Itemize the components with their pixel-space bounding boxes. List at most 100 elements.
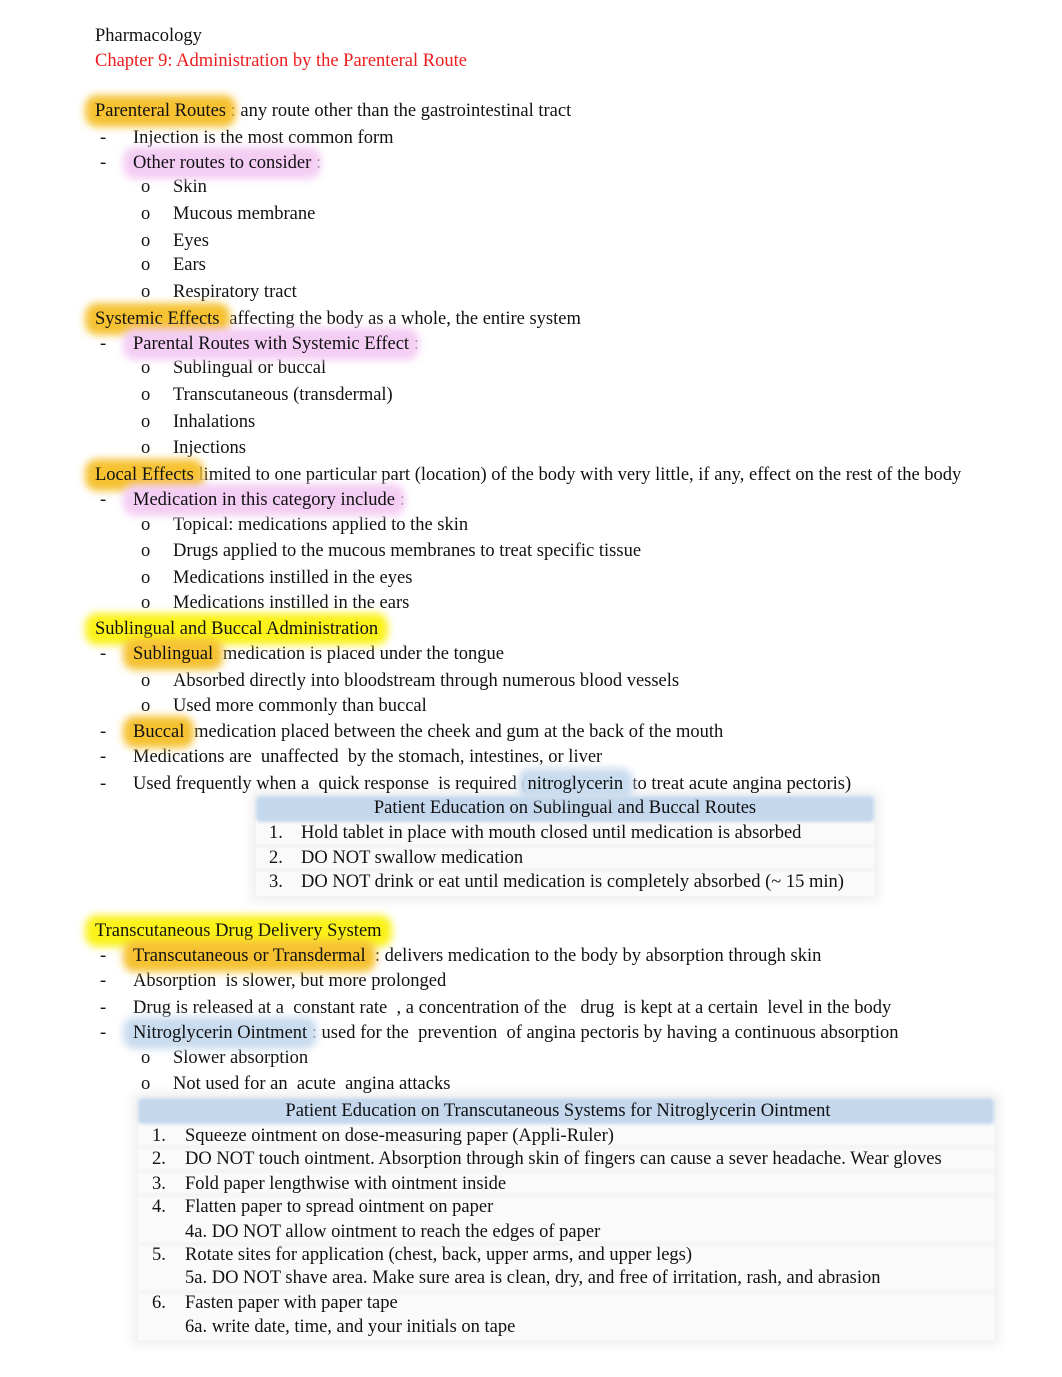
circle-bullet-icon: o	[141, 438, 151, 458]
quick-response-text: Used frequently when a quick response is…	[133, 774, 528, 794]
circle-bullet-icon: o	[141, 177, 151, 197]
route-item: Skin	[173, 177, 207, 197]
transcutaneous-heading: Transcutaneous Drug Delivery System	[95, 921, 382, 941]
transcutaneous-heading-line: Transcutaneous Drug Delivery System	[95, 920, 382, 942]
education-item-text: DO NOT swallow medication	[301, 848, 524, 868]
buccal-definition-line: Buccal: medication placed between the ch…	[133, 721, 723, 743]
systemic-route-item: Inhalations	[173, 412, 256, 432]
systemic-term: Systemic Effects	[95, 309, 220, 329]
circle-bullet-icon: o	[141, 231, 151, 251]
education-item-text: DO NOT touch ointment. Absorption throug…	[185, 1149, 942, 1169]
dash-bullet-icon: -	[100, 946, 107, 966]
unaffected-point: Medications are unaffected by the stomac…	[133, 747, 603, 767]
circle-bullet-icon: o	[141, 358, 151, 378]
quick-response-point: Used frequently when a quick response is…	[133, 773, 851, 795]
circle-bullet-icon: o	[141, 671, 151, 691]
transcutaneous-definition: : delivers medication to the body by abs…	[365, 946, 822, 966]
local-item: Drugs applied to the mucous membranes to…	[173, 541, 642, 561]
nitro-ointment-definition: : used for the prevention of angina pect…	[307, 1023, 899, 1043]
education-item-number: 3.	[152, 1174, 166, 1194]
row-divider	[138, 1170, 994, 1172]
route-item: Respiratory tract	[173, 282, 297, 302]
transcutaneous-education-title: Patient Education on Transcutaneous Syst…	[285, 1101, 831, 1121]
circle-bullet-icon: o	[141, 204, 151, 224]
chapter-title: Chapter 9: Administration by the Parente…	[95, 51, 467, 71]
nitro-ointment-term: Nitroglycerin Ointment	[133, 1023, 308, 1043]
transcutaneous-definition-line: Transcutaneous or Transdermal : delivers…	[133, 945, 821, 967]
local-definition-line: Local Effects limited to one particular …	[95, 464, 961, 486]
nitro-ointment-line: Nitroglycerin Ointment : used for the pr…	[133, 1022, 899, 1044]
course-name: Pharmacology	[95, 26, 202, 46]
sublingual-heading: Sublingual and Buccal Administration	[95, 619, 379, 639]
education-item-number: 2.	[269, 848, 283, 868]
circle-bullet-icon: o	[141, 696, 151, 716]
quick-response-text-end: to treat acute angina pectoris)	[623, 774, 852, 794]
dash-bullet-icon: -	[100, 128, 107, 148]
parenteral-definition-line: Parenteral Routes : any route other than…	[95, 100, 571, 122]
education-item-number: 1.	[152, 1126, 166, 1146]
transcutaneous-term: Transcutaneous or Transdermal	[133, 946, 366, 966]
education-item-text: Squeeze ointment on dose-measuring paper…	[185, 1126, 614, 1146]
parenteral-point-1: Injection is the most common form	[133, 128, 394, 148]
systemic-subhead-line: Parental Routes with Systemic Effect :	[133, 333, 419, 355]
sublingual-heading-line: Sublingual and Buccal Administration	[95, 618, 378, 640]
absorption-point: Absorption is slower, but more prolonged	[133, 971, 447, 991]
dash-bullet-icon: -	[100, 998, 107, 1018]
education-item-text: DO NOT drink or eat until medication is …	[301, 872, 844, 892]
circle-bullet-icon: o	[141, 515, 151, 535]
education-item-text: Fold paper lengthwise with ointment insi…	[185, 1174, 507, 1194]
local-item: Medications instilled in the eyes	[173, 568, 413, 588]
buccal-definition: : medication placed between the cheek an…	[184, 722, 724, 742]
sublingual-definition-line: Sublingual: medication is placed under t…	[133, 643, 504, 665]
education-item-number: 4.	[152, 1197, 166, 1217]
systemic-definition: : affecting the body as a whole, the ent…	[219, 309, 581, 329]
education-item-number: 3.	[269, 872, 283, 892]
dash-bullet-icon: -	[100, 1023, 107, 1043]
education-item-number: 6.	[152, 1293, 166, 1313]
systemic-route-item: Sublingual or buccal	[173, 358, 327, 378]
dash-bullet-icon: -	[100, 644, 107, 664]
circle-bullet-icon: o	[141, 568, 151, 588]
education-item-text: Hold tablet in place with mouth closed u…	[301, 823, 802, 843]
systemic-route-item: Transcutaneous (transdermal)	[173, 385, 393, 405]
route-item: Ears	[173, 255, 206, 275]
sublingual-definition: : medication is placed under the tongue	[213, 644, 504, 664]
systemic-subhead: Parental Routes with Systemic Effect	[133, 334, 410, 354]
nitroglycerin-term: nitroglycerin	[527, 774, 624, 794]
nitro-item: Not used for an acute angina attacks	[173, 1074, 451, 1094]
nitro-item: Slower absorption	[173, 1048, 309, 1068]
sublingual-education-title: Patient Education on Sublingual and Bucc…	[373, 798, 757, 818]
circle-bullet-icon: o	[141, 541, 151, 561]
circle-bullet-icon: o	[141, 412, 151, 432]
circle-bullet-icon: o	[141, 593, 151, 613]
education-item-number: 5.	[152, 1245, 166, 1265]
education-item-text: Rotate sites for application (chest, bac…	[185, 1245, 693, 1265]
parenteral-term: Parenteral Routes	[95, 101, 226, 121]
dash-bullet-icon: -	[100, 334, 107, 354]
other-routes-label: Other routes to consider	[133, 153, 312, 173]
dash-bullet-icon: -	[100, 153, 107, 173]
circle-bullet-icon: o	[141, 255, 151, 275]
dash-bullet-icon: -	[100, 747, 107, 767]
education-subitem-text: 4a. DO NOT allow ointment to reach the e…	[185, 1222, 601, 1242]
local-term: Local Effects	[95, 465, 194, 485]
circle-bullet-icon: o	[141, 385, 151, 405]
education-subitem-text: 6a. write date, time, and your initials …	[185, 1317, 516, 1337]
route-item: Eyes	[173, 231, 209, 251]
local-item: Medications instilled in the ears	[173, 593, 410, 613]
route-item: Mucous membrane	[173, 204, 316, 224]
sublingual-term: Sublingual	[133, 644, 214, 664]
circle-bullet-icon: o	[141, 1048, 151, 1068]
systemic-route-item: Injections	[173, 438, 246, 458]
dash-bullet-icon: -	[100, 971, 107, 991]
parenteral-definition: : any route other than the gastrointesti…	[226, 101, 572, 121]
local-item: Topical: medications applied to the skin	[173, 515, 469, 535]
local-subhead: Medication in this category include	[133, 490, 396, 510]
local-definition: limited to one particular part (location…	[193, 465, 962, 485]
parenteral-point-2: Other routes to consider :	[133, 152, 321, 174]
dash-bullet-icon: -	[100, 490, 107, 510]
dash-bullet-icon: -	[100, 722, 107, 742]
circle-bullet-icon: o	[141, 282, 151, 302]
sublingual-item: Used more commonly than buccal	[173, 696, 427, 716]
sublingual-item: Absorbed directly into bloodstream throu…	[173, 671, 680, 691]
